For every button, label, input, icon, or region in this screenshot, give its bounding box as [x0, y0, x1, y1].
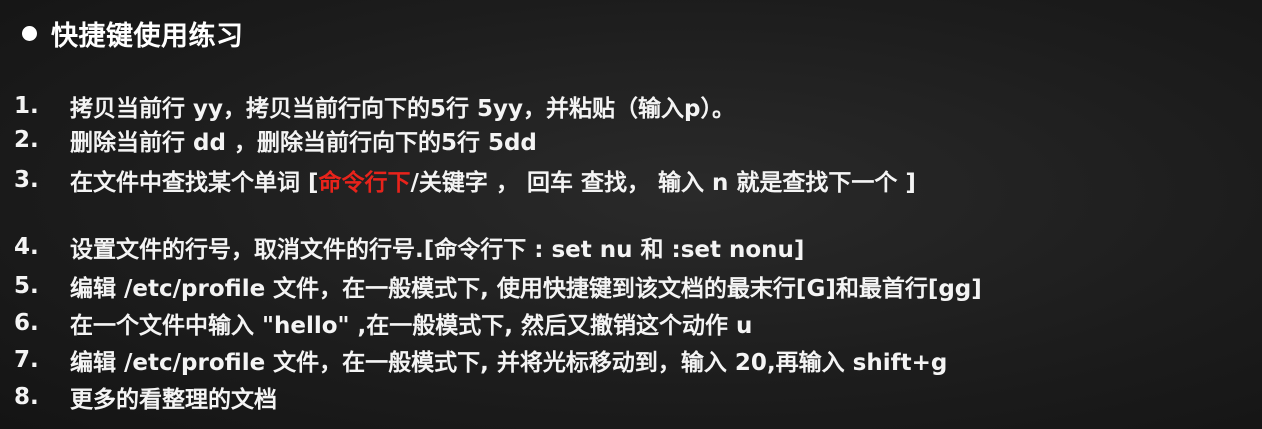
list-item: 3. 在文件中查找某个单词 [ 命令行下 /关键字 ， 回车 查找， 输入 n … — [14, 165, 916, 196]
item-number: 7. — [14, 347, 39, 373]
item-text-before: 在文件中查找某个单词 [ — [70, 170, 319, 196]
bullet-dot-icon — [22, 25, 37, 41]
item-text: 在一个文件中输入 "hello" ,在一般模式下, 然后又撤销这个动作 u — [70, 313, 753, 339]
item-number: 8. — [14, 384, 39, 410]
item-text: 更多的看整理的文档 — [70, 387, 277, 413]
item-number: 3. — [14, 167, 39, 193]
item-text: 设置文件的行号，取消文件的行号.[命令行下 : set nu 和 :set no… — [70, 237, 805, 263]
item-text-after: /关键字 ， 回车 查找， 输入 n 就是查找下一个 ] — [410, 170, 916, 196]
list-item: 4. 设置文件的行号，取消文件的行号.[命令行下 : set nu 和 :set… — [14, 232, 805, 263]
list-item: 1. 拷贝当前行 yy，拷贝当前行向下的5行 5yy，并粘贴（输入p）。 — [14, 91, 735, 122]
item-number: 1. — [14, 93, 39, 119]
list-item: 7. 编辑 /etc/profile 文件，在一般模式下, 并将光标移动到，输入… — [14, 345, 948, 376]
item-text: 拷贝当前行 yy，拷贝当前行向下的5行 5yy，并粘贴（输入p）。 — [70, 96, 735, 122]
item-text: 删除当前行 dd ，删除当前行向下的5行 5dd — [70, 130, 537, 156]
item-number: 2. — [14, 127, 39, 153]
slide: 快捷键使用练习 1. 拷贝当前行 yy，拷贝当前行向下的5行 5yy，并粘贴（输… — [0, 0, 1262, 429]
item-text: 编辑 /etc/profile 文件，在一般模式下, 并将光标移动到，输入 20… — [70, 350, 948, 376]
list-item: 8. 更多的看整理的文档 — [14, 382, 277, 413]
item-highlight: 命令行下 — [318, 170, 411, 196]
list-item: 6. 在一个文件中输入 "hello" ,在一般模式下, 然后又撤销这个动作 u — [14, 308, 753, 339]
heading-text: 快捷键使用练习 — [51, 20, 244, 52]
item-number: 4. — [14, 234, 39, 260]
item-number: 6. — [14, 310, 39, 336]
list-item: 5. 编辑 /etc/profile 文件，在一般模式下, 使用快捷键到该文档的… — [14, 271, 982, 302]
item-number: 5. — [14, 273, 39, 299]
item-text: 编辑 /etc/profile 文件，在一般模式下, 使用快捷键到该文档的最末行… — [70, 276, 982, 302]
list-item: 2. 删除当前行 dd ，删除当前行向下的5行 5dd — [14, 125, 537, 156]
slide-heading: 快捷键使用练习 — [14, 10, 244, 56]
